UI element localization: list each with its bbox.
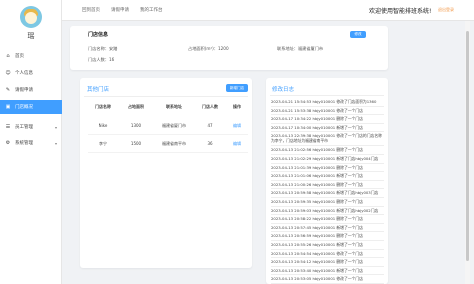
cell-area: 1500: [130, 141, 142, 146]
divider: [270, 95, 384, 96]
log-entry: 2023-04-13 20:55:26 hbjy010001 新增了一个门店: [271, 241, 384, 250]
log-entry: 2023-04-17 10:34:00 hbjy010001 新增了一个门店: [271, 124, 384, 133]
table-header: 门店名称 占地面积 联系地址 门店人数 操作: [88, 104, 248, 116]
other-stores-card: 其他门店 新增门店 门店名称 占地面积 联系地址 门店人数 操作 Nike 13…: [80, 78, 252, 268]
sidebar-item-label: 请假申请: [15, 88, 33, 93]
sidebar-item-label: 系统管理: [15, 141, 33, 146]
log-entry: 2023-04-13 20:54:12 hbjy010001 删除了一个门店: [271, 258, 384, 267]
avatar[interactable]: [20, 6, 42, 28]
cell-address: 福建省南平市: [162, 141, 186, 146]
edit-store-button[interactable]: 修改: [350, 31, 366, 38]
store-area: 占地面积(m²)：1200: [188, 46, 229, 51]
other-stores-title: 其他门店: [87, 87, 110, 93]
cell-area: 1300: [130, 123, 142, 128]
store-icon: ▣: [5, 104, 11, 110]
divider: [84, 96, 248, 97]
log-entry: 2023-04-13 22:39:38 hbjy010001 修改了一个门店的门…: [271, 132, 384, 147]
col-header: 门店人数: [202, 104, 218, 109]
scrollbar-thumb[interactable]: [466, 31, 469, 261]
avatar-face: [25, 12, 37, 24]
leave-icon: ✎: [5, 87, 11, 93]
col-header: 联系地址: [166, 104, 182, 109]
cell-name: Nike: [98, 123, 108, 128]
log-entry: 2023-04-17 10:34:22 hbjy010001 删除了一个门店: [271, 115, 384, 124]
welcome-text: 欢迎使用智能排班系统!: [369, 8, 432, 15]
nav-home-link[interactable]: 回到首页: [82, 7, 100, 13]
nav-workbench-link[interactable]: 我的工作台: [140, 7, 163, 13]
sidebar-item-label: 个人信息: [15, 71, 33, 76]
sidebar-item-label: 门店概况: [15, 105, 33, 110]
chevron-down-icon: ▾: [54, 124, 57, 130]
log-entry: 2023-04-21 15:53:38 hbjy010001 修改了一个门店: [271, 107, 384, 116]
log-entry: 2023-04-21 15:54:53 hbjy010001 修改了门店面积为1…: [271, 98, 384, 107]
log-entry: 2023-04-13 20:54:54 hbjy010001 修改了一个门店: [271, 250, 384, 259]
cell-count: 47: [207, 123, 213, 128]
log-entry: 2023-04-13 20:57:45 hbjy010001 新增了一个门店: [271, 224, 384, 233]
log-entry: 2023-04-13 20:59:58 hbjy010001 新增了门店hbjy…: [271, 189, 384, 198]
sidebar-item-label: 员工管理: [15, 125, 33, 130]
edit-link[interactable]: 编辑: [226, 123, 248, 129]
store-info-title: 门店信息: [88, 32, 109, 38]
chevron-down-icon: ▾: [54, 140, 57, 146]
change-log-card: 修改日志 2023-04-21 15:54:53 hbjy010001 修改了门…: [266, 78, 388, 284]
home-icon: ⌂: [6, 53, 10, 59]
sidebar-item-staff[interactable]: ☰ 员工管理 ▾: [0, 120, 62, 134]
sidebar-item-leave[interactable]: ✎ 请假申请: [0, 83, 62, 97]
store-count: 门店人数：16: [88, 57, 115, 62]
log-entry: 2023-04-13 21:00:26 hbjy010001 删除了一个门店: [271, 181, 384, 190]
username: 瑶: [27, 32, 35, 40]
log-entry: 2023-04-13 20:56:59 hbjy010001 删除了一个门店: [271, 232, 384, 241]
add-store-button[interactable]: 新增门店: [226, 84, 248, 92]
log-entry: 2023-04-13 20:53:05 hbjy010001 修改了一个门店: [271, 275, 384, 284]
sidebar-item-system[interactable]: ⚙ 系统管理 ▾: [0, 136, 62, 150]
topbar: 回到首页 请假申请 我的工作台 欢迎使用智能排班系统! 退出登录: [62, 0, 474, 21]
log-entry: 2023-04-13 21:02:56 hbjy010001 删除了一个门店: [271, 146, 384, 155]
store-info-card: 门店信息 门店名称：安踏 占地面积(m²)：1200 联系地址：福建省厦门市 门…: [70, 26, 388, 70]
col-header: 门店名称: [95, 104, 111, 109]
sidebar-item-store[interactable]: ▣ 门店概况: [0, 100, 62, 114]
change-log-list: 2023-04-21 15:54:53 hbjy010001 修改了门店面积为1…: [271, 98, 384, 284]
staff-icon: ☰: [5, 124, 11, 130]
store-name: 门店名称：安踏: [88, 46, 118, 51]
cell-name: 李宁: [99, 141, 107, 146]
cell-count: 36: [207, 141, 213, 146]
log-entry: 2023-04-13 21:02:29 hbjy010001 新增了门店hbjy…: [271, 155, 384, 164]
col-header: 操作: [233, 104, 241, 109]
page-scrollbar[interactable]: [465, 21, 470, 284]
system-icon: ⚙: [5, 140, 11, 146]
log-entry: 2023-04-13 20:59:03 hbjy010001 新增了门店hbjy…: [271, 207, 384, 216]
sidebar-item-home[interactable]: ⌂ 首页: [0, 49, 62, 63]
store-address: 联系地址：福建省厦门市: [277, 46, 324, 51]
log-entry: 2023-04-13 21:01:06 hbjy010001 新增了一个门店: [271, 172, 384, 181]
sidebar-item-label: 首页: [15, 54, 24, 59]
edit-link[interactable]: 编辑: [226, 141, 248, 147]
table-row: Nike 1300 福建省厦门市 47 编辑: [88, 117, 248, 135]
table-row: 李宁 1500 福建省南平市 36 编辑: [88, 135, 248, 153]
nav-leave-link[interactable]: 请假申请: [111, 7, 129, 13]
sidebar: 瑶 ⌂ 首页 ☺ 个人信息 ✎ 请假申请 ▣ 门店概况 ☰ 员工管理 ▾ ⚙ 系…: [0, 0, 62, 284]
log-entry: 2023-04-13 20:53:40 hbjy010001 新增了一个门店: [271, 267, 384, 276]
sidebar-item-profile[interactable]: ☺ 个人信息: [0, 66, 62, 80]
log-entry: 2023-04-13 20:58:22 hbjy010001 删除了一个门店: [271, 215, 384, 224]
log-entry: 2023-04-13 20:59:35 hbjy010001 删除了一个门店: [271, 198, 384, 207]
log-entry: 2023-04-13 21:01:39 hbjy010001 删除了一个门店: [271, 164, 384, 173]
cell-address: 福建省厦门市: [162, 123, 186, 128]
logout-link[interactable]: 退出登录: [438, 7, 454, 13]
col-header: 占地面积: [128, 104, 144, 109]
user-icon: ☺: [5, 70, 11, 76]
change-log-title: 修改日志: [272, 87, 295, 93]
